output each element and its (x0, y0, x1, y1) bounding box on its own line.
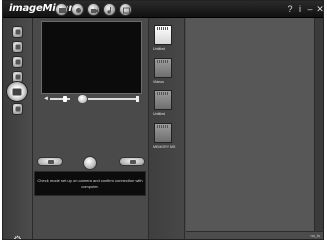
card-cap (158, 72, 169, 75)
connection-message: Check mode set up on camera and confirm … (34, 171, 146, 196)
source-label: Untitled (153, 112, 166, 116)
seek-handle[interactable] (78, 95, 87, 103)
camera-icon (15, 44, 20, 50)
photo-icon (15, 59, 20, 65)
wrench-icon[interactable]: ⚙ (13, 236, 23, 240)
seek-end-marker (136, 96, 139, 102)
capture-mode-button[interactable] (55, 3, 68, 16)
capture-icon (59, 8, 66, 13)
video-icon (15, 74, 20, 80)
record-button[interactable] (83, 156, 97, 170)
card-cap (158, 39, 169, 42)
info-icon[interactable]: i (295, 4, 305, 14)
content-area[interactable] (186, 18, 323, 239)
rail-capture-button[interactable] (6, 81, 28, 102)
title-bar: imageMixer ? i – ✕ (3, 1, 323, 18)
card-cap (158, 137, 169, 140)
album-icon (76, 8, 81, 13)
transport-controls: ◄ (41, 95, 142, 103)
volume-slider[interactable] (50, 98, 70, 100)
snapshot-button[interactable] (37, 157, 63, 166)
source-label: Videos (153, 80, 164, 84)
volume-handle[interactable] (63, 96, 67, 102)
album-mode-button[interactable] (71, 3, 84, 16)
volume-icon: ◄ (43, 96, 49, 102)
card-cap (158, 104, 169, 107)
rail-camera-button[interactable] (12, 41, 23, 53)
source-label: MEMORY MS (153, 145, 176, 149)
source-label: Untitled (153, 47, 166, 51)
source-list: Untitled Videos Untitled MEMORY MS (148, 18, 185, 239)
close-button[interactable]: ✕ (315, 4, 323, 14)
web-icon (123, 7, 130, 14)
camera-icon (48, 160, 54, 164)
imagemixer-window: imageMixer ? i – ✕ ⚙ ◄ (2, 0, 324, 240)
folder-icon (15, 29, 20, 35)
rail-drive-button[interactable] (12, 103, 23, 115)
mode-rail: ⚙ (3, 18, 33, 240)
source-card[interactable] (154, 90, 172, 110)
video-icon (130, 160, 136, 164)
status-bar: no_ls (186, 231, 323, 239)
card-contacts (157, 27, 169, 30)
rail-folder-button[interactable] (12, 26, 23, 38)
drive-icon (15, 106, 20, 112)
video-preview (41, 21, 142, 94)
source-card[interactable] (154, 25, 172, 45)
capture-icon (12, 88, 22, 95)
web-mode-button[interactable] (119, 3, 132, 16)
music-icon (107, 7, 111, 14)
video-mode-button[interactable] (87, 3, 100, 16)
status-text: no_ls (310, 233, 320, 238)
card-contacts (157, 92, 169, 95)
video-icon (91, 9, 98, 13)
music-mode-button[interactable] (103, 3, 116, 16)
source-card[interactable] (154, 58, 172, 78)
minimize-button[interactable]: – (305, 4, 315, 14)
source-card[interactable] (154, 123, 172, 143)
rail-photo-button[interactable] (12, 56, 23, 68)
video-capture-button[interactable] (119, 157, 145, 166)
vertical-scrollbar[interactable] (314, 18, 323, 231)
card-contacts (157, 125, 169, 128)
card-contacts (157, 60, 169, 63)
help-icon[interactable]: ? (285, 4, 295, 14)
seek-slider[interactable] (88, 98, 136, 100)
capture-panel: ◄ Check mode set up on camera and confir… (34, 18, 147, 239)
